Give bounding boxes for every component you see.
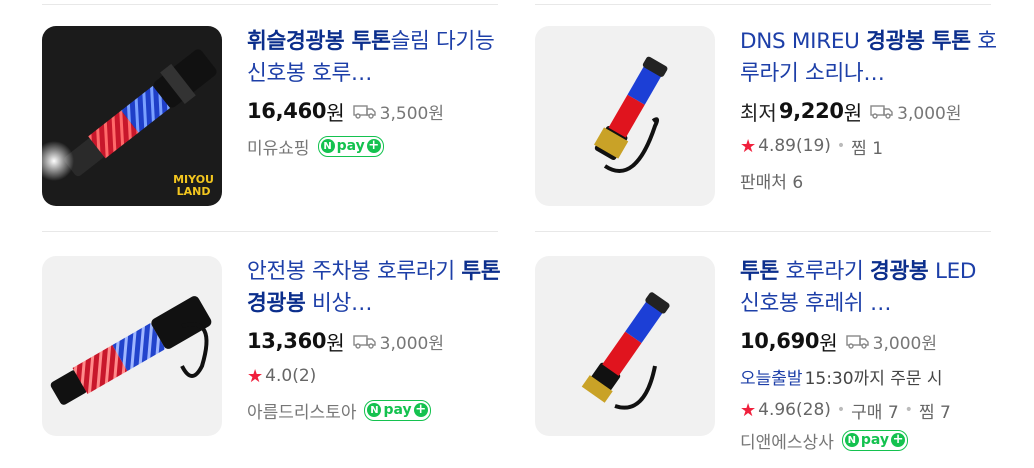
truck-icon (352, 335, 376, 349)
same-day-delivery-badge: 오늘출발 (740, 368, 803, 389)
npay-n-icon: N (844, 433, 859, 447)
product-info: 투톤 호루라기 경광봉 LED 신호봉 후레쉬 … 10,690 원 3,000원… (740, 256, 1000, 454)
delivery-row: 오늘출발 15:30까지 주문 시 (740, 362, 1000, 390)
seller-row: 미유쇼핑 Npay + (247, 132, 507, 160)
truck-icon (870, 105, 893, 119)
truck-icon (352, 105, 376, 119)
npay-plus-badge: Npay + (317, 135, 384, 157)
delivery-cutoff-text: 15:30까지 주문 시 (804, 368, 943, 389)
shipping-fee: 3,000원 (352, 329, 444, 354)
product-title[interactable]: 안전봉 주차봉 호루라기 투톤 경광봉 비상… (247, 256, 507, 320)
price-row: 10,690 원 3,000원 (740, 329, 937, 355)
lowest-price-label: 최저 (740, 100, 777, 125)
seller-name[interactable]: 미유쇼핑 (247, 134, 310, 159)
separator-dot: • (904, 402, 913, 418)
star-icon: ★ (247, 365, 264, 387)
rating-row: ★ 4.96 (28) • 구매 7 • 찜 7 (740, 396, 1000, 424)
plus-icon: + (891, 432, 906, 447)
product-image[interactable] (535, 26, 715, 206)
seller-row: 디앤에스상사 Npay + (740, 426, 1000, 454)
product-image[interactable] (42, 256, 222, 436)
rating-value: 4.89 (758, 136, 796, 156)
rating-row: ★ 4.89 (19) • 찜 1 (740, 132, 1000, 160)
price: 10,690 (740, 329, 820, 353)
wish-count: 찜 7 (918, 402, 951, 423)
price-row: 16,460 원 3,500원 (247, 99, 444, 125)
seller-name[interactable]: 디앤에스상사 (740, 428, 834, 453)
npay-n-icon: N (367, 403, 382, 417)
price: 13,360 (247, 329, 327, 353)
shipping-fee: 3,000원 (845, 329, 937, 354)
purchase-count: 구매 7 (851, 402, 899, 423)
price-row: 13,360 원 3,000원 (247, 329, 444, 355)
wish-count: 찜 1 (851, 138, 884, 159)
brand-logo: MIYOU LAND (173, 173, 214, 198)
product-info: DNS MIREU 경광봉 투톤 호루라기 소리나… 최저 9,220 원 3,0… (740, 26, 1000, 194)
product-image[interactable]: MIYOU LAND (42, 26, 222, 206)
review-count[interactable]: (2) (292, 366, 316, 386)
shipping-fee: 3,000원 (870, 99, 961, 124)
seller-count[interactable]: 판매처 6 (740, 168, 803, 193)
star-icon: ★ (740, 399, 757, 421)
product-info: 휘슬경광봉 투톤슬림 다기능신호봉 호루… 16,460 원 3,500원 미유쇼… (247, 26, 507, 160)
separator-dot: • (836, 138, 846, 154)
npay-plus-badge: Npay + (841, 429, 909, 451)
price: 9,220 (778, 99, 844, 123)
row-divider-right (535, 231, 991, 232)
plus-icon: + (413, 402, 428, 417)
plus-icon: + (366, 138, 381, 153)
npay-plus-badge: Npay + (364, 399, 431, 421)
star-icon: ★ (740, 135, 757, 157)
rating-value: 4.0 (265, 366, 293, 386)
separator-dot: • (836, 402, 846, 418)
top-divider-left (42, 4, 498, 5)
price: 16,460 (247, 99, 327, 123)
row-divider-left (42, 231, 498, 232)
seller-row: 아름드리스토아 Npay + (247, 396, 507, 424)
price-row: 최저 9,220 원 3,000원 (740, 96, 1000, 126)
review-count[interactable]: (28) (796, 400, 831, 420)
product-title[interactable]: 투톤 호루라기 경광봉 LED 신호봉 후레쉬 … (740, 256, 1000, 320)
rating-row: ★ 4.0 (2) (247, 362, 507, 390)
product-title[interactable]: DNS MIREU 경광봉 투톤 호루라기 소리나… (740, 26, 1000, 90)
sellers-row: 판매처 6 (740, 166, 1000, 194)
product-title[interactable]: 휘슬경광봉 투톤슬림 다기능신호봉 호루… (247, 26, 507, 90)
npay-n-icon: N (320, 139, 335, 153)
shipping-fee: 3,500원 (352, 99, 444, 124)
product-image[interactable] (535, 256, 715, 436)
rating-value: 4.96 (758, 400, 796, 420)
top-divider-right (535, 4, 991, 5)
seller-name[interactable]: 아름드리스토아 (247, 398, 356, 423)
review-count[interactable]: (19) (796, 136, 831, 156)
product-info: 안전봉 주차봉 호루라기 투톤 경광봉 비상… 13,360 원 3,000원 ★… (247, 256, 507, 424)
truck-icon (845, 335, 869, 349)
